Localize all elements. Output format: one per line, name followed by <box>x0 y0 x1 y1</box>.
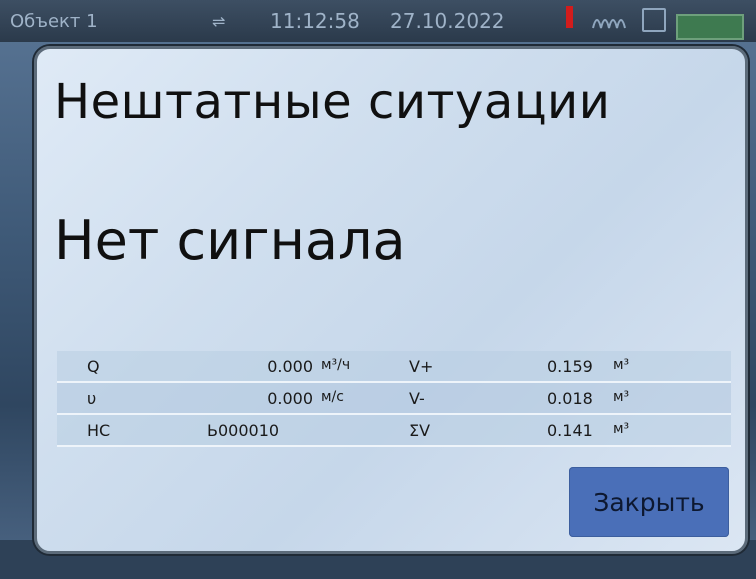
param-value: 0.159 <box>547 357 593 376</box>
table-row: υ 0.000 м/с V- 0.018 м³ <box>57 383 731 415</box>
param-unit: м³ <box>613 421 630 437</box>
table-row: НС Ь000010 ΣV 0.141 м³ <box>57 415 731 447</box>
param-value: 0.000 <box>267 389 313 408</box>
status-bar: Объект 1 ⇌ 11:12:58 27.10.2022 <box>0 0 756 42</box>
object-label: Объект 1 <box>10 11 98 32</box>
table-row: Q 0.000 м³/ч V+ 0.159 м³ <box>57 351 731 383</box>
usb-icon: ⇌ <box>212 12 226 31</box>
param-label: υ <box>87 389 97 408</box>
param-unit: м³/ч <box>321 357 351 373</box>
alarm-indicator-icon <box>566 6 573 28</box>
close-button[interactable]: Закрыть <box>569 467 729 537</box>
dialog-title: Нештатные ситуации <box>54 74 611 130</box>
alarm-message: Нет сигнала <box>54 209 406 272</box>
param-value: 0.141 <box>547 421 593 440</box>
signal-wave-icon <box>592 10 632 35</box>
param-value: Ь000010 <box>207 421 280 440</box>
param-label: V+ <box>409 357 434 376</box>
battery-icon <box>676 14 744 40</box>
clock-time: 11:12:58 <box>270 9 360 33</box>
alarm-dialog: Нештатные ситуации Нет сигнала Q 0.000 м… <box>34 46 748 554</box>
param-unit: м³ <box>613 389 630 405</box>
sd-card-icon <box>642 8 666 32</box>
clock-date: 27.10.2022 <box>390 9 505 33</box>
param-value: 0.000 <box>267 357 313 376</box>
param-unit: м³ <box>613 357 630 373</box>
param-unit: м/с <box>321 389 344 405</box>
param-label: V- <box>409 389 425 408</box>
param-label: НС <box>87 421 111 440</box>
measurements-table: Q 0.000 м³/ч V+ 0.159 м³ υ 0.000 м/с V- … <box>57 351 731 447</box>
param-label: ΣV <box>409 421 431 440</box>
param-label: Q <box>87 357 100 376</box>
param-value: 0.018 <box>547 389 593 408</box>
